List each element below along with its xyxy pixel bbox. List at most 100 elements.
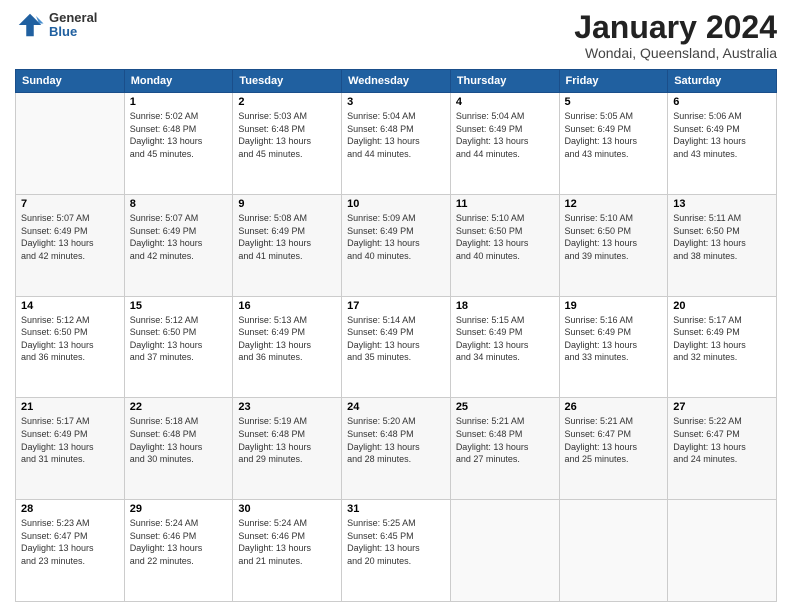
day-number: 27	[673, 401, 771, 413]
day-number: 8	[130, 198, 228, 210]
location-subtitle: Wondai, Queensland, Australia	[574, 45, 777, 61]
day-info: Sunrise: 5:21 AM Sunset: 6:47 PM Dayligh…	[565, 415, 663, 465]
calendar-cell	[16, 93, 125, 195]
calendar-cell: 22 Sunrise: 5:18 AM Sunset: 6:48 PM Dayli…	[124, 398, 233, 500]
day-info: Sunrise: 5:20 AM Sunset: 6:48 PM Dayligh…	[347, 415, 445, 465]
calendar-cell: 31 Sunrise: 5:25 AM Sunset: 6:45 PM Dayli…	[342, 500, 451, 602]
header-sunday: Sunday	[16, 70, 125, 93]
day-info: Sunrise: 5:03 AM Sunset: 6:48 PM Dayligh…	[238, 110, 336, 160]
day-number: 10	[347, 198, 445, 210]
day-number: 13	[673, 198, 771, 210]
day-info: Sunrise: 5:07 AM Sunset: 6:49 PM Dayligh…	[21, 212, 119, 262]
calendar-cell: 26 Sunrise: 5:21 AM Sunset: 6:47 PM Dayli…	[559, 398, 668, 500]
title-block: January 2024 Wondai, Queensland, Austral…	[574, 10, 777, 61]
header-friday: Friday	[559, 70, 668, 93]
day-number: 20	[673, 300, 771, 312]
calendar-cell: 15 Sunrise: 5:12 AM Sunset: 6:50 PM Dayli…	[124, 296, 233, 398]
calendar-cell: 20Sunrise: 5:17 AM Sunset: 6:49 PM Dayli…	[668, 296, 777, 398]
day-number: 26	[565, 401, 663, 413]
calendar-cell	[559, 500, 668, 602]
logo-blue: Blue	[49, 25, 97, 39]
day-number: 6	[673, 96, 771, 108]
day-info: Sunrise: 5:10 AM Sunset: 6:50 PM Dayligh…	[565, 212, 663, 262]
calendar-cell: 25Sunrise: 5:21 AM Sunset: 6:48 PM Dayli…	[450, 398, 559, 500]
day-info: Sunrise: 5:19 AM Sunset: 6:48 PM Dayligh…	[238, 415, 336, 465]
header-wednesday: Wednesday	[342, 70, 451, 93]
calendar-cell: 24Sunrise: 5:20 AM Sunset: 6:48 PM Dayli…	[342, 398, 451, 500]
logo-text: General Blue	[49, 11, 97, 40]
day-number: 12	[565, 198, 663, 210]
day-number: 7	[21, 198, 119, 210]
logo: General Blue	[15, 10, 97, 40]
day-info: Sunrise: 5:02 AM Sunset: 6:48 PM Dayligh…	[130, 110, 228, 160]
day-info: Sunrise: 5:25 AM Sunset: 6:45 PM Dayligh…	[347, 517, 445, 567]
month-title: January 2024	[574, 10, 777, 45]
calendar-cell: 21 Sunrise: 5:17 AM Sunset: 6:49 PM Dayli…	[16, 398, 125, 500]
day-number: 23	[238, 401, 336, 413]
calendar-cell: 2 Sunrise: 5:03 AM Sunset: 6:48 PM Daylig…	[233, 93, 342, 195]
calendar-cell: 9 Sunrise: 5:08 AM Sunset: 6:49 PM Daylig…	[233, 194, 342, 296]
week-row-4: 21 Sunrise: 5:17 AM Sunset: 6:49 PM Dayli…	[16, 398, 777, 500]
calendar-cell	[450, 500, 559, 602]
day-info: Sunrise: 5:06 AM Sunset: 6:49 PM Dayligh…	[673, 110, 771, 160]
day-number: 17	[347, 300, 445, 312]
day-info: Sunrise: 5:15 AM Sunset: 6:49 PM Dayligh…	[456, 314, 554, 364]
calendar-table: Sunday Monday Tuesday Wednesday Thursday…	[15, 69, 777, 602]
calendar-cell: 18Sunrise: 5:15 AM Sunset: 6:49 PM Dayli…	[450, 296, 559, 398]
calendar-cell: 30 Sunrise: 5:24 AM Sunset: 6:46 PM Dayli…	[233, 500, 342, 602]
day-number: 30	[238, 503, 336, 515]
week-row-5: 28 Sunrise: 5:23 AM Sunset: 6:47 PM Dayli…	[16, 500, 777, 602]
day-number: 19	[565, 300, 663, 312]
day-number: 2	[238, 96, 336, 108]
calendar-cell: 7 Sunrise: 5:07 AM Sunset: 6:49 PM Daylig…	[16, 194, 125, 296]
day-number: 9	[238, 198, 336, 210]
header-tuesday: Tuesday	[233, 70, 342, 93]
day-info: Sunrise: 5:12 AM Sunset: 6:50 PM Dayligh…	[130, 314, 228, 364]
logo-general: General	[49, 11, 97, 25]
day-info: Sunrise: 5:24 AM Sunset: 6:46 PM Dayligh…	[238, 517, 336, 567]
header: General Blue January 2024 Wondai, Queens…	[15, 10, 777, 61]
day-info: Sunrise: 5:23 AM Sunset: 6:47 PM Dayligh…	[21, 517, 119, 567]
calendar-cell: 23 Sunrise: 5:19 AM Sunset: 6:48 PM Dayli…	[233, 398, 342, 500]
day-number: 1	[130, 96, 228, 108]
day-number: 31	[347, 503, 445, 515]
day-number: 22	[130, 401, 228, 413]
calendar-cell: 29 Sunrise: 5:24 AM Sunset: 6:46 PM Dayli…	[124, 500, 233, 602]
day-number: 28	[21, 503, 119, 515]
day-info: Sunrise: 5:16 AM Sunset: 6:49 PM Dayligh…	[565, 314, 663, 364]
day-info: Sunrise: 5:17 AM Sunset: 6:49 PM Dayligh…	[21, 415, 119, 465]
day-number: 15	[130, 300, 228, 312]
week-row-2: 7 Sunrise: 5:07 AM Sunset: 6:49 PM Daylig…	[16, 194, 777, 296]
calendar-cell: 13Sunrise: 5:11 AM Sunset: 6:50 PM Dayli…	[668, 194, 777, 296]
day-info: Sunrise: 5:13 AM Sunset: 6:49 PM Dayligh…	[238, 314, 336, 364]
header-thursday: Thursday	[450, 70, 559, 93]
day-number: 29	[130, 503, 228, 515]
day-number: 4	[456, 96, 554, 108]
calendar-cell: 11Sunrise: 5:10 AM Sunset: 6:50 PM Dayli…	[450, 194, 559, 296]
day-number: 21	[21, 401, 119, 413]
calendar-cell: 10Sunrise: 5:09 AM Sunset: 6:49 PM Dayli…	[342, 194, 451, 296]
calendar-cell: 27 Sunrise: 5:22 AM Sunset: 6:47 PM Dayli…	[668, 398, 777, 500]
day-info: Sunrise: 5:14 AM Sunset: 6:49 PM Dayligh…	[347, 314, 445, 364]
day-info: Sunrise: 5:22 AM Sunset: 6:47 PM Dayligh…	[673, 415, 771, 465]
calendar-cell: 14Sunrise: 5:12 AM Sunset: 6:50 PM Dayli…	[16, 296, 125, 398]
day-number: 16	[238, 300, 336, 312]
day-number: 11	[456, 198, 554, 210]
day-info: Sunrise: 5:08 AM Sunset: 6:49 PM Dayligh…	[238, 212, 336, 262]
calendar-cell: 16 Sunrise: 5:13 AM Sunset: 6:49 PM Dayli…	[233, 296, 342, 398]
header-monday: Monday	[124, 70, 233, 93]
day-info: Sunrise: 5:24 AM Sunset: 6:46 PM Dayligh…	[130, 517, 228, 567]
day-info: Sunrise: 5:04 AM Sunset: 6:48 PM Dayligh…	[347, 110, 445, 160]
day-info: Sunrise: 5:21 AM Sunset: 6:48 PM Dayligh…	[456, 415, 554, 465]
header-saturday: Saturday	[668, 70, 777, 93]
weekday-header-row: Sunday Monday Tuesday Wednesday Thursday…	[16, 70, 777, 93]
calendar-cell: 28 Sunrise: 5:23 AM Sunset: 6:47 PM Dayli…	[16, 500, 125, 602]
day-number: 3	[347, 96, 445, 108]
day-info: Sunrise: 5:07 AM Sunset: 6:49 PM Dayligh…	[130, 212, 228, 262]
calendar-cell: 8 Sunrise: 5:07 AM Sunset: 6:49 PM Daylig…	[124, 194, 233, 296]
day-info: Sunrise: 5:04 AM Sunset: 6:49 PM Dayligh…	[456, 110, 554, 160]
week-row-3: 14Sunrise: 5:12 AM Sunset: 6:50 PM Dayli…	[16, 296, 777, 398]
calendar-cell	[668, 500, 777, 602]
calendar-cell: 19 Sunrise: 5:16 AM Sunset: 6:49 PM Dayli…	[559, 296, 668, 398]
day-info: Sunrise: 5:18 AM Sunset: 6:48 PM Dayligh…	[130, 415, 228, 465]
